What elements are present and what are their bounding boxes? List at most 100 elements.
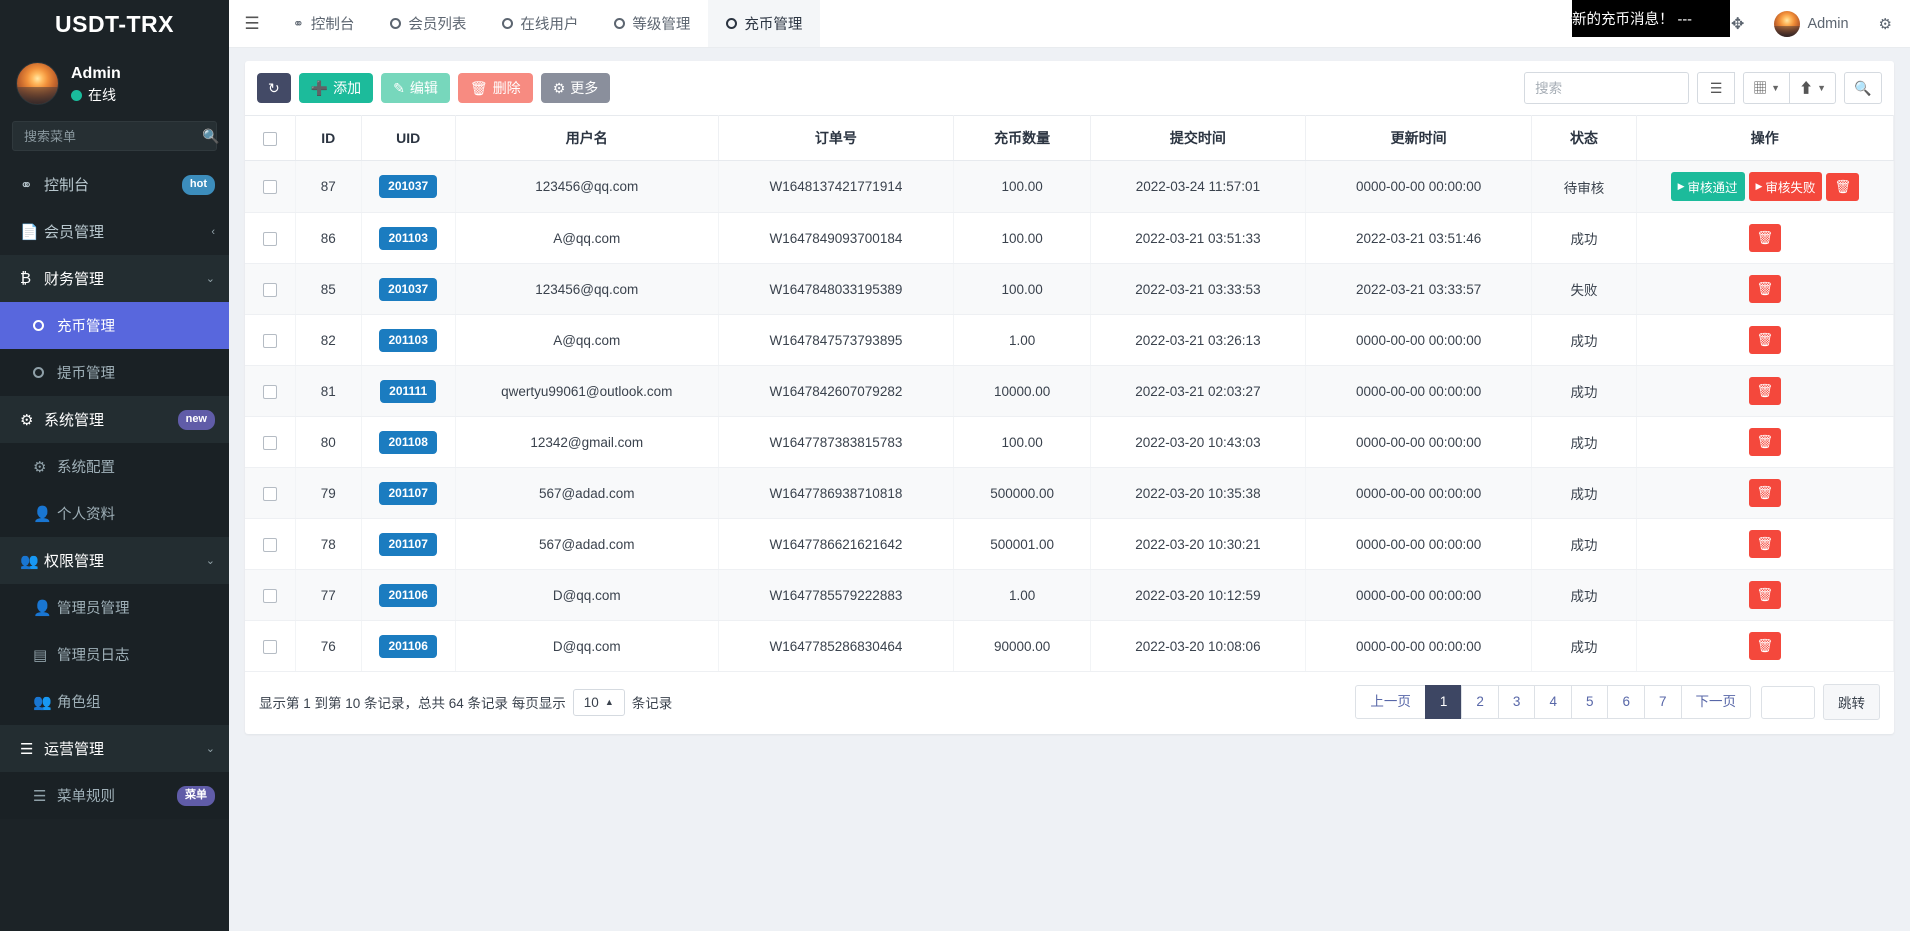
tab-控制台[interactable]: ⚭控制台: [275, 0, 372, 47]
delete-button[interactable]: 🗑 删除: [458, 73, 533, 104]
tab-label: 充币管理: [744, 13, 802, 34]
delete-row-button[interactable]: 🗑: [1749, 326, 1782, 354]
table-row[interactable]: 76201106D@qq.comW164778528683046490000.0…: [245, 621, 1894, 672]
table-row[interactable]: 79201107567@adad.comW1647786938710818500…: [245, 468, 1894, 519]
row-select-cell[interactable]: [245, 621, 295, 672]
refresh-button[interactable]: ↻: [257, 73, 291, 104]
menu-search[interactable]: 🔍: [12, 121, 217, 151]
delete-row-button[interactable]: 🗑: [1749, 530, 1782, 558]
delete-row-button[interactable]: 🗑: [1749, 581, 1782, 609]
row-checkbox[interactable]: [263, 436, 277, 450]
delete-row-button[interactable]: 🗑: [1749, 632, 1782, 660]
sidebar-item-运营管理[interactable]: ☰运营管理⌄: [0, 725, 229, 772]
status-badge: 成功: [1532, 315, 1636, 366]
delete-row-button[interactable]: 🗑: [1749, 377, 1782, 405]
row-checkbox[interactable]: [263, 538, 277, 552]
sidebar-item-提币管理[interactable]: 提币管理: [0, 349, 229, 396]
row-checkbox[interactable]: [263, 385, 277, 399]
columns-icon[interactable]: ☰: [1697, 72, 1735, 104]
row-select-cell[interactable]: [245, 468, 295, 519]
row-select-cell[interactable]: [245, 570, 295, 621]
tab-等级管理[interactable]: 等级管理: [596, 0, 708, 47]
page-button-7[interactable]: 7: [1644, 685, 1682, 719]
add-button[interactable]: ➕ 添加: [299, 73, 373, 104]
sidebar-item-财务管理[interactable]: ₿财务管理⌄: [0, 255, 229, 302]
table-row[interactable]: 78201107567@adad.comW1647786621621642500…: [245, 519, 1894, 570]
search-input[interactable]: [1524, 72, 1689, 104]
sidebar-item-菜单规则[interactable]: ☰菜单规则菜单: [0, 772, 229, 819]
row-checkbox[interactable]: [263, 180, 277, 194]
row-select-cell[interactable]: [245, 315, 295, 366]
sidebar-item-充币管理[interactable]: 充币管理: [0, 302, 229, 349]
select-all-checkbox[interactable]: [263, 132, 277, 146]
grid-icon[interactable]: ▦▼: [1743, 72, 1790, 104]
cell-order: W1647786938710818: [718, 468, 954, 519]
page-button-1[interactable]: 1: [1425, 685, 1463, 719]
row-checkbox[interactable]: [263, 640, 277, 654]
row-checkbox[interactable]: [263, 232, 277, 246]
edit-button[interactable]: ✎ 编辑: [381, 73, 450, 104]
table-row[interactable]: 82201103A@qq.comW16478475737938951.00202…: [245, 315, 1894, 366]
user-menu-button[interactable]: Admin: [1759, 0, 1863, 48]
menu-search-input[interactable]: [22, 128, 202, 145]
table-row[interactable]: 77201106D@qq.comW16477855792228831.00202…: [245, 570, 1894, 621]
row-checkbox[interactable]: [263, 283, 277, 297]
row-select-cell[interactable]: [245, 366, 295, 417]
table-row[interactable]: 85201037123456@qq.comW164784803319538910…: [245, 264, 1894, 315]
page-button-4[interactable]: 4: [1534, 685, 1572, 719]
hamburger-icon[interactable]: ☰: [229, 0, 275, 47]
select-all-header[interactable]: [245, 116, 295, 161]
row-select-cell[interactable]: [245, 264, 295, 315]
sidebar-item-会员管理[interactable]: 📄会员管理‹: [0, 208, 229, 255]
page-button-2[interactable]: 2: [1461, 685, 1499, 719]
refresh-icon: ↻: [268, 80, 280, 97]
table-row[interactable]: 87201037123456@qq.comW164813742177191410…: [245, 161, 1894, 213]
sidebar-item-管理员管理[interactable]: 👤管理员管理: [0, 584, 229, 631]
sidebar-item-个人资料[interactable]: 👤个人资料: [0, 490, 229, 537]
delete-row-button[interactable]: 🗑: [1749, 479, 1782, 507]
search-icon[interactable]: 🔍: [202, 128, 219, 145]
row-checkbox[interactable]: [263, 334, 277, 348]
delete-row-button[interactable]: 🗑: [1749, 224, 1782, 252]
row-select-cell[interactable]: [245, 417, 295, 468]
next-page-button[interactable]: 下一页: [1681, 685, 1752, 719]
row-select-cell[interactable]: [245, 519, 295, 570]
sidebar-item-权限管理[interactable]: 👥权限管理⌄: [0, 537, 229, 584]
prev-page-button[interactable]: 上一页: [1355, 685, 1426, 719]
jump-page-input[interactable]: [1761, 686, 1815, 719]
trash-icon: 🗑: [1757, 587, 1774, 603]
row-select-cell[interactable]: [245, 213, 295, 264]
search-icon[interactable]: 🔍: [1844, 72, 1882, 104]
page-button-6[interactable]: 6: [1607, 685, 1645, 719]
export-icon[interactable]: ⬆▼: [1789, 72, 1836, 104]
delete-row-button[interactable]: 🗑: [1749, 275, 1782, 303]
delete-row-button[interactable]: 🗑: [1749, 428, 1782, 456]
sidebar-item-管理员日志[interactable]: ▤管理员日志: [0, 631, 229, 678]
trash-icon: 🗑: [1757, 536, 1774, 552]
reject-button[interactable]: ▶审核失败: [1749, 172, 1823, 201]
page-button-5[interactable]: 5: [1571, 685, 1609, 719]
row-select-cell[interactable]: [245, 161, 295, 213]
sidebar-item-角色组[interactable]: 👥角色组: [0, 678, 229, 725]
table-row[interactable]: 8020110812342@gmail.comW1647787383815783…: [245, 417, 1894, 468]
table-row[interactable]: 81201111qwertyu99061@outlook.comW1647842…: [245, 366, 1894, 417]
cell-username: A@qq.com: [455, 213, 718, 264]
delete-row-button[interactable]: 🗑: [1826, 173, 1859, 201]
tab-在线用户[interactable]: 在线用户: [484, 0, 596, 47]
settings-button[interactable]: ⚙: [1864, 0, 1900, 48]
row-checkbox[interactable]: [263, 589, 277, 603]
more-button[interactable]: ⚙ 更多: [541, 73, 611, 104]
row-checkbox[interactable]: [263, 487, 277, 501]
sidebar-item-控制台[interactable]: ⚭控制台hot: [0, 161, 229, 208]
tab-会员列表[interactable]: 会员列表: [372, 0, 484, 47]
tab-充币管理[interactable]: 充币管理: [708, 0, 820, 47]
approve-button[interactable]: ▶审核通过: [1671, 172, 1745, 201]
page-button-3[interactable]: 3: [1498, 685, 1536, 719]
per-page-select[interactable]: 10 ▲: [573, 689, 625, 716]
brand-title[interactable]: USDT-TRX: [0, 0, 229, 48]
sidebar-item-系统管理[interactable]: ⚙系统管理new: [0, 396, 229, 443]
sidebar-item-系统配置[interactable]: ⚙系统配置: [0, 443, 229, 490]
table-row[interactable]: 86201103A@qq.comW1647849093700184100.002…: [245, 213, 1894, 264]
jump-button[interactable]: 跳转: [1823, 684, 1880, 720]
chevron-icon: ⌄: [206, 554, 215, 567]
